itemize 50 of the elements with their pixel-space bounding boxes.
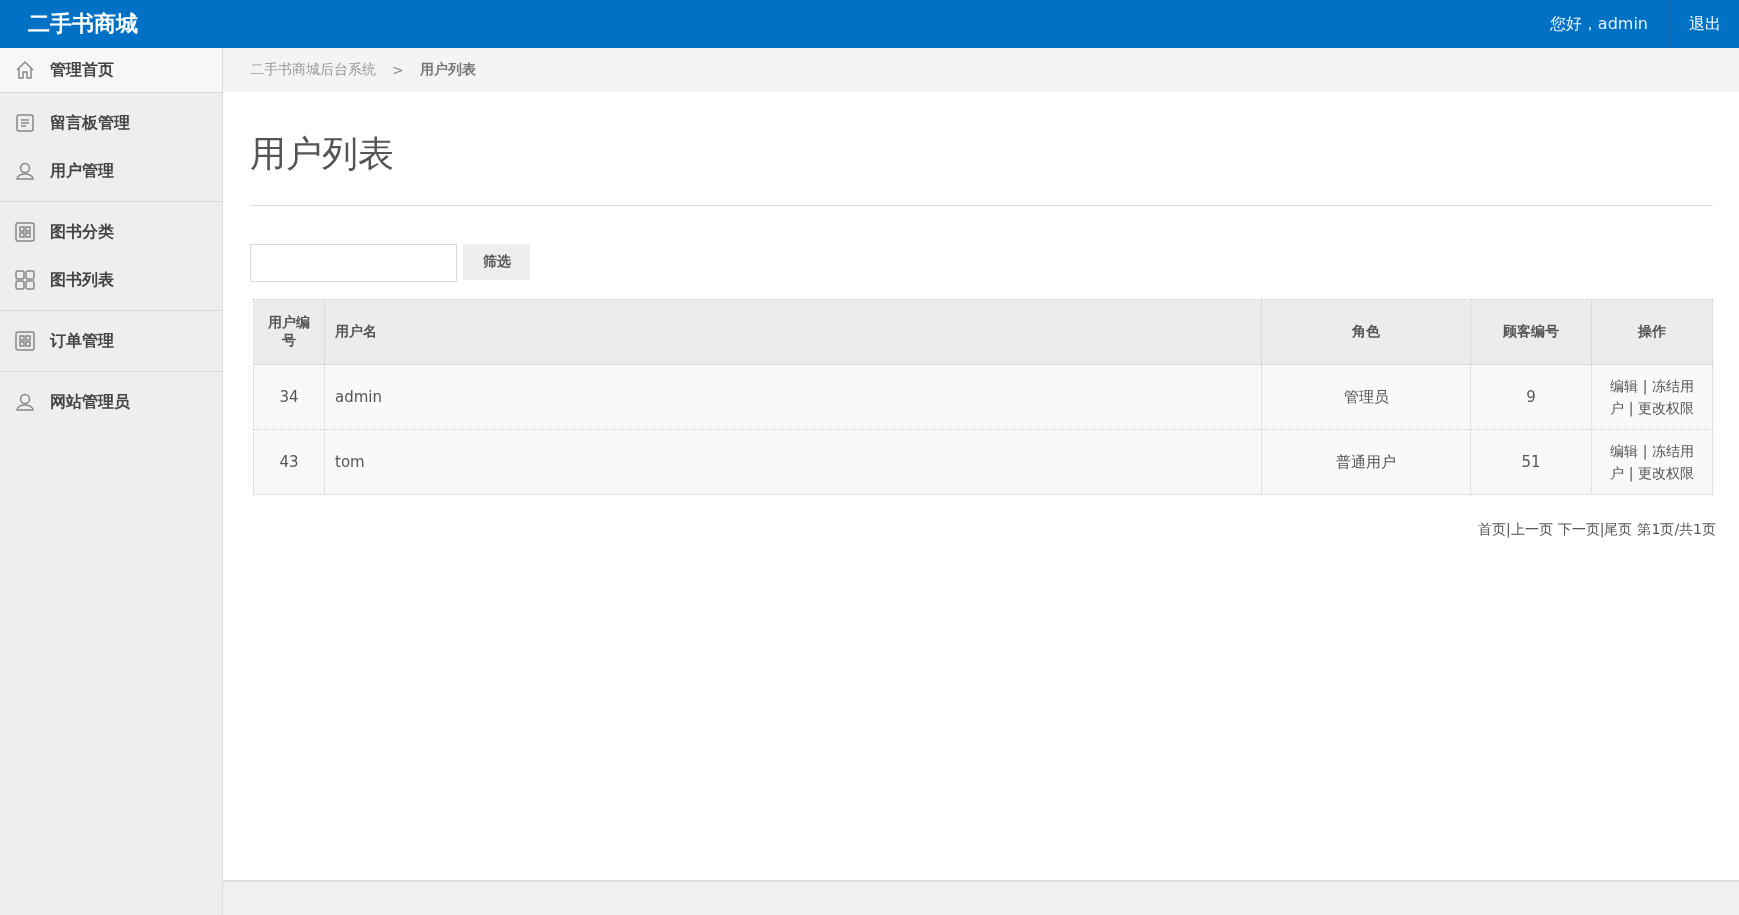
pagination-link[interactable]: 尾页 — [1604, 521, 1633, 539]
column-header: 操作 — [1591, 299, 1713, 365]
column-header: 用户编号 — [253, 299, 325, 365]
separator-text: | — [1506, 521, 1511, 539]
sidebar-label: 图书列表 — [50, 269, 114, 291]
sidebar-item[interactable]: 网站管理员 — [0, 378, 222, 426]
sidebar-item[interactable]: 图书列表 — [0, 256, 222, 304]
pagination-link[interactable]: 首页 — [1478, 521, 1507, 539]
sidebar-item[interactable]: 用户管理 — [0, 147, 222, 195]
pagination-link[interactable]: 下一页 — [1557, 521, 1600, 539]
table-cell: 43 — [253, 429, 325, 495]
breadcrumb-current: 用户列表 — [419, 61, 476, 79]
user-icon — [14, 391, 36, 413]
breadcrumb-separator: > — [392, 62, 404, 78]
grid-icon — [14, 330, 36, 352]
action-links[interactable]: 编辑 | 冻结用户 | 更改权限 — [1604, 440, 1700, 484]
user-icon — [14, 160, 36, 182]
grid-icon — [14, 221, 36, 243]
column-header: 用户名 — [324, 299, 1262, 365]
sidebar-label: 用户管理 — [50, 160, 114, 182]
separator-text: | — [1599, 521, 1605, 539]
table-cell: tom — [324, 429, 1262, 495]
home-icon — [14, 59, 36, 81]
page-title: 用户列表 — [250, 92, 1713, 206]
sidebar-item[interactable]: 图书分类 — [0, 208, 222, 256]
sidebar-label: 订单管理 — [50, 330, 114, 352]
sidebar-item[interactable]: 订单管理 — [0, 317, 222, 365]
pagination-link[interactable]: 上一页 — [1510, 521, 1553, 539]
filter-button[interactable]: 筛选 — [463, 244, 530, 280]
table-cell: 51 — [1470, 429, 1592, 495]
page-info: 第1页/共1页 — [1637, 521, 1716, 539]
table-cell: 34 — [253, 364, 325, 430]
table-cell: admin — [324, 364, 1262, 430]
action-links[interactable]: 编辑 | 冻结用户 | 更改权限 — [1604, 375, 1700, 419]
document-icon — [14, 112, 36, 134]
column-header: 顾客编号 — [1470, 299, 1592, 365]
sidebar-item[interactable]: 管理首页 — [0, 48, 222, 92]
sidebar-item[interactable]: 留言板管理 — [0, 99, 222, 147]
greeting-text: 您好，admin — [1548, 13, 1649, 35]
column-header: 角色 — [1261, 299, 1471, 365]
tiles-icon — [14, 269, 36, 291]
sidebar-label: 网站管理员 — [50, 391, 130, 413]
table-cell: 9 — [1470, 364, 1592, 430]
sidebar-label: 图书分类 — [50, 221, 114, 243]
filter-input[interactable] — [250, 244, 457, 282]
table-cell: 管理员 — [1261, 364, 1471, 430]
sidebar-label: 留言板管理 — [50, 112, 130, 134]
brand-title: 二手书商城 — [27, 10, 139, 38]
table-cell: 普通用户 — [1261, 429, 1471, 495]
sidebar-label: 管理首页 — [50, 59, 114, 81]
